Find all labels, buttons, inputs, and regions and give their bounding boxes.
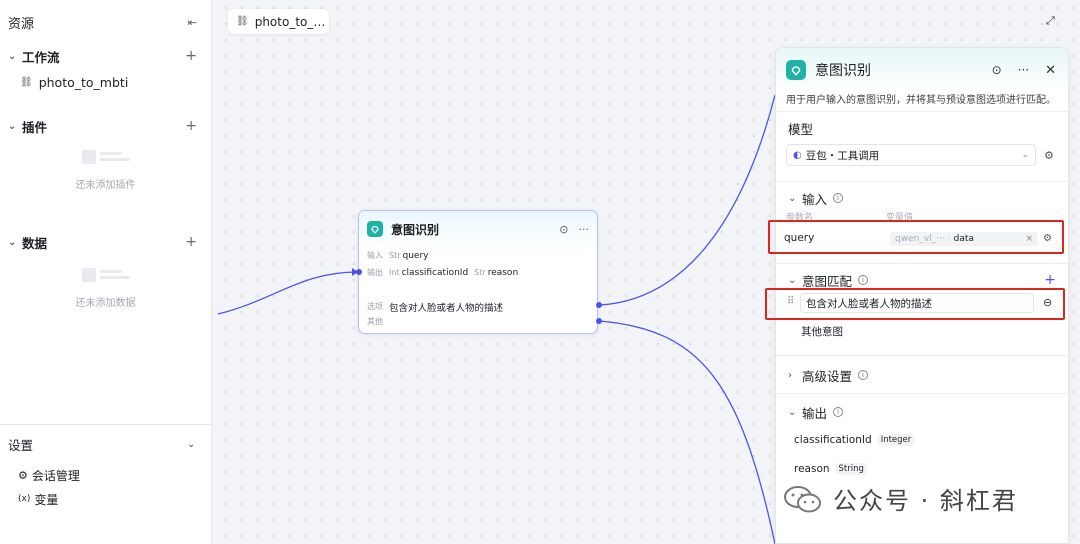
node-output-row: 输出 Int classificationId Str reason	[367, 267, 519, 278]
output-item: classificationId Integer	[794, 434, 915, 446]
highlight-input-row	[768, 220, 1064, 254]
model-logo-icon: ◐	[793, 149, 802, 161]
node-title: 意图识别	[391, 222, 440, 237]
watermark: 公众号 · 斜杠君	[783, 481, 1018, 516]
node-other-row: 其他	[367, 317, 383, 326]
edge-option-out	[599, 94, 776, 306]
info-icon[interactable]: i	[833, 407, 844, 417]
run-icon[interactable]: ⊙	[559, 223, 568, 236]
info-icon[interactable]: i	[833, 193, 844, 203]
intent-icon	[367, 221, 383, 237]
model-section: 模型 ◐ 豆包・工具调用 ⌄ ⚙	[776, 112, 1068, 182]
chevron-down-icon: ⌄	[788, 406, 797, 418]
highlight-intent-row	[765, 288, 1065, 320]
node-input-param: Str query	[389, 250, 429, 261]
chevron-down-icon: ⌄	[788, 192, 797, 204]
edge-incoming	[217, 271, 359, 315]
intent-node[interactable]: 意图识别 ⊙ ··· 输入 Str query 输出 Int classificat…	[358, 210, 598, 334]
more-icon[interactable]: ···	[579, 223, 590, 236]
node-option-row: 选项 包含对人脸或者人物的描述	[367, 302, 504, 314]
other-intent-label: 其他意图	[801, 326, 843, 338]
run-icon[interactable]: ⊙	[992, 63, 1002, 77]
node-output-param: Int classificationId	[389, 267, 469, 278]
chevron-down-icon: ⌄	[1021, 150, 1029, 160]
panel-title: 意图识别	[815, 63, 871, 79]
node-input-row: 输入 Str query	[367, 250, 429, 261]
info-icon[interactable]: i	[858, 370, 869, 380]
close-icon[interactable]: ✕	[1045, 63, 1056, 78]
chevron-down-icon: ⌄	[788, 274, 797, 286]
input-header[interactable]: ⌄ 输入 i	[776, 182, 1068, 214]
output-section: ⌄ 输出 i	[776, 394, 1068, 430]
add-intent-button[interactable]: +	[1044, 272, 1056, 288]
node-output-param: Str reason	[474, 267, 519, 278]
advanced-header[interactable]: › 高级设置 i	[776, 356, 1068, 394]
panel-description: 用于用户输入的意图识别，并将其与预设意图选项进行匹配。	[776, 92, 1068, 112]
model-label: 模型	[788, 121, 814, 137]
more-icon[interactable]: ···	[1018, 63, 1029, 77]
panel-header: 意图识别 ⊙ ··· ✕	[776, 48, 1068, 92]
intent-icon	[786, 60, 806, 80]
model-settings-icon[interactable]: ⚙	[1044, 149, 1054, 162]
output-item: reason String	[794, 463, 867, 475]
output-header[interactable]: ⌄ 输出 i	[776, 394, 1068, 430]
node-input-port[interactable]	[356, 269, 362, 275]
chevron-right-icon: ›	[788, 369, 792, 381]
advanced-section: › 高级设置 i	[776, 356, 1068, 394]
node-header: 意图识别 ⊙ ···	[359, 211, 597, 247]
wechat-logo-icon	[783, 484, 823, 514]
node-other-port[interactable]	[596, 318, 602, 324]
info-icon[interactable]: i	[858, 275, 869, 285]
edge-other-out	[599, 320, 776, 544]
model-select[interactable]: ◐ 豆包・工具调用 ⌄	[786, 144, 1036, 166]
node-option-port[interactable]	[596, 302, 602, 308]
